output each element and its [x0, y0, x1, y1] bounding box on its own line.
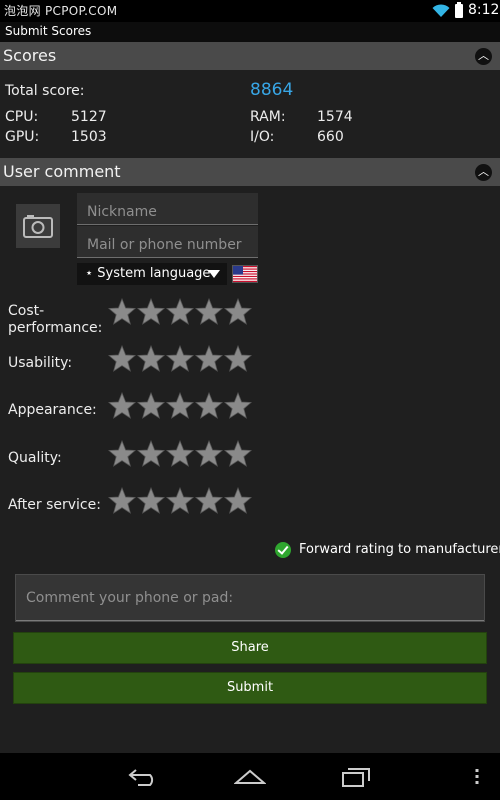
rating-row: Usability: [0, 345, 500, 377]
star-icon[interactable] [195, 487, 223, 515]
star-icon[interactable] [108, 298, 136, 326]
user-comment-header[interactable]: User comment ︿ [0, 158, 500, 186]
ram-label: RAM: [250, 109, 286, 125]
rating-row: Appearance: [0, 392, 500, 424]
share-button[interactable]: Share [13, 632, 487, 664]
star-icon[interactable] [224, 345, 252, 373]
star-icon[interactable] [137, 487, 165, 515]
gpu-value: 1503 [71, 129, 107, 145]
comment-field[interactable] [15, 574, 485, 622]
battery-icon [455, 2, 463, 18]
camera-icon [23, 215, 53, 238]
star-icon[interactable] [224, 298, 252, 326]
nickname-field[interactable] [77, 193, 258, 225]
navigation-bar [0, 753, 500, 800]
wifi-icon [432, 4, 450, 17]
star-icon[interactable] [166, 392, 194, 420]
rating-stars[interactable] [108, 392, 258, 420]
forward-rating-label: Forward rating to manufacturer [299, 542, 500, 557]
scores-header-label: Scores [3, 46, 57, 65]
star-icon[interactable] [166, 345, 194, 373]
star-icon[interactable] [137, 392, 165, 420]
rating-stars[interactable] [108, 345, 258, 373]
recent-apps-icon[interactable] [341, 766, 373, 788]
title-bar: Submit Scores [0, 22, 500, 42]
star-icon[interactable] [195, 298, 223, 326]
cpu-value: 5127 [71, 109, 107, 125]
star-icon[interactable] [137, 345, 165, 373]
rating-label: Appearance: [8, 402, 97, 418]
comment-input[interactable] [16, 575, 484, 621]
forward-rating-checkbox[interactable]: Forward rating to manufacturer [275, 541, 500, 559]
io-label: I/O: [250, 129, 275, 145]
submit-button[interactable]: Submit [13, 672, 487, 704]
rating-label: Cost- performance: [8, 303, 103, 336]
back-icon[interactable] [128, 766, 160, 788]
contact-field[interactable] [77, 226, 258, 258]
star-icon[interactable] [224, 392, 252, 420]
contact-input[interactable] [77, 226, 258, 258]
language-select-label: ⋆ System language [85, 266, 211, 281]
rating-row: After service: [0, 487, 500, 519]
ram-value: 1574 [317, 109, 353, 125]
star-icon[interactable] [137, 440, 165, 468]
gpu-label: GPU: [5, 129, 40, 145]
cpu-label: CPU: [5, 109, 39, 125]
star-icon[interactable] [224, 487, 252, 515]
star-icon[interactable] [166, 440, 194, 468]
star-icon[interactable] [108, 392, 136, 420]
rating-row: Quality: [0, 440, 500, 472]
star-icon[interactable] [195, 392, 223, 420]
total-score-label: Total score: [5, 83, 85, 99]
total-score-value: 8864 [250, 80, 294, 100]
status-bar: 泡泡网 PCPOP.COM 8:12 [0, 0, 500, 22]
scores-header[interactable]: Scores ︿ [0, 42, 500, 70]
star-icon[interactable] [166, 298, 194, 326]
star-icon[interactable] [166, 487, 194, 515]
star-icon[interactable] [137, 298, 165, 326]
watermark: 泡泡网 PCPOP.COM [4, 4, 118, 18]
star-icon[interactable] [108, 487, 136, 515]
rating-stars[interactable] [108, 298, 258, 326]
star-icon[interactable] [195, 440, 223, 468]
rating-label: Quality: [8, 450, 62, 466]
nickname-input[interactable] [77, 193, 258, 225]
us-flag-icon[interactable] [232, 265, 258, 283]
rating-stars[interactable] [108, 487, 258, 515]
rating-label: After service: [8, 497, 101, 513]
clock: 8:12 [468, 2, 500, 18]
language-select[interactable]: ⋆ System language [77, 263, 227, 285]
home-icon[interactable] [234, 766, 266, 788]
rating-stars[interactable] [108, 440, 258, 468]
add-photo-button[interactable] [16, 204, 60, 248]
dropdown-arrow-icon [208, 270, 220, 278]
menu-icon[interactable] [474, 769, 480, 785]
collapse-icon[interactable]: ︿ [475, 164, 492, 181]
rating-label: Usability: [8, 355, 73, 371]
star-icon[interactable] [195, 345, 223, 373]
star-icon[interactable] [108, 345, 136, 373]
io-value: 660 [317, 129, 344, 145]
check-icon[interactable] [275, 542, 291, 558]
collapse-icon[interactable]: ︿ [475, 48, 492, 65]
rating-row: Cost- performance: [0, 298, 500, 336]
user-comment-header-label: User comment [3, 162, 121, 181]
star-icon[interactable] [224, 440, 252, 468]
page-title: Submit Scores [5, 24, 92, 38]
star-icon[interactable] [108, 440, 136, 468]
